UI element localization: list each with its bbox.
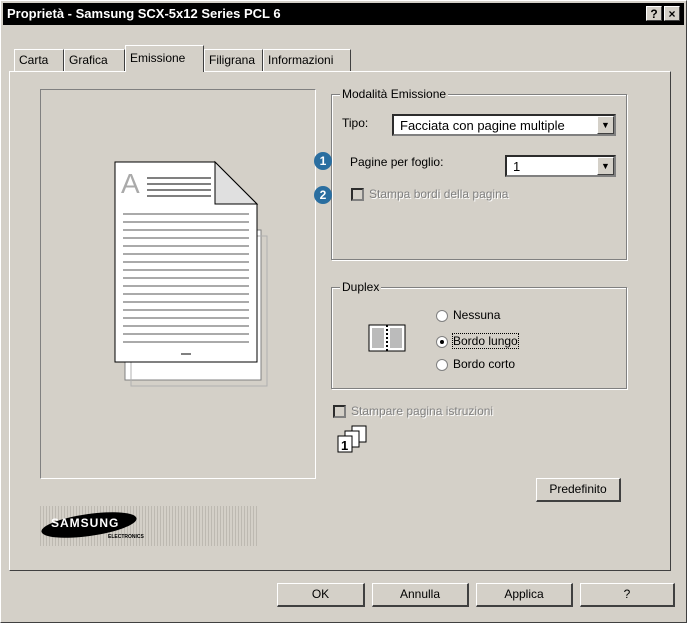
logo-sub: ELECTRONICS — [108, 534, 144, 540]
page-preview: A — [40, 89, 316, 479]
apply-button[interactable]: Applica — [476, 583, 573, 607]
pages-per-sheet-label: Pagine per foglio: — [350, 155, 444, 169]
duplex-long-edge-label: Bordo lungo — [452, 333, 519, 349]
duplex-book-icon — [368, 324, 406, 352]
page-borders-checkbox[interactable] — [351, 188, 364, 201]
document-preview-icon — [114, 160, 268, 387]
callout-badge-1: 1 — [314, 152, 332, 170]
chevron-down-icon[interactable]: ▼ — [597, 157, 614, 175]
duplex-none-radio[interactable] — [436, 310, 448, 322]
tab-grafica[interactable]: Grafica — [64, 49, 125, 71]
svg-text:1: 1 — [341, 438, 348, 453]
preview-page-letter: A — [121, 168, 140, 199]
type-select-value: Facciata con pagine multiple — [400, 118, 565, 133]
samsung-logo: SAMSUNG ELECTRONICS — [38, 506, 258, 546]
duplex-short-edge-label: Bordo corto — [453, 357, 516, 371]
tab-informazioni[interactable]: Informazioni — [263, 49, 351, 71]
print-instructions-label: Stampare pagina istruzioni — [351, 404, 494, 418]
tab-filigrana[interactable]: Filigrana — [204, 49, 263, 71]
callout-badge-2: 2 — [314, 186, 332, 204]
cancel-button[interactable]: Annulla — [372, 583, 469, 607]
window-title: Proprietà - Samsung SCX-5x12 Series PCL … — [7, 6, 281, 21]
duplex-group-label: Duplex — [340, 280, 382, 294]
tab-carta[interactable]: Carta — [14, 49, 64, 71]
logo-brand: SAMSUNG — [51, 516, 120, 530]
ok-button[interactable]: OK — [277, 583, 365, 607]
pages-per-sheet-value: 1 — [513, 159, 521, 174]
duplex-none-label: Nessuna — [453, 308, 501, 322]
title-bar[interactable]: Proprietà - Samsung SCX-5x12 Series PCL … — [3, 3, 684, 25]
help-button[interactable]: ? — [580, 583, 675, 607]
page-borders-label: Stampa bordi della pagina — [369, 187, 509, 201]
pages-per-sheet-select[interactable]: 1 ▼ — [505, 155, 616, 177]
output-mode-group-label: Modalità Emissione — [340, 87, 449, 101]
print-instructions-checkbox[interactable] — [333, 405, 346, 418]
tab-emissione[interactable]: Emissione — [125, 45, 204, 72]
type-select[interactable]: Facciata con pagine multiple ▼ — [392, 114, 616, 136]
help-title-button[interactable]: ? — [646, 6, 662, 21]
duplex-long-edge-radio[interactable] — [436, 336, 448, 348]
type-label: Tipo: — [342, 116, 369, 130]
chevron-down-icon[interactable]: ▼ — [597, 116, 614, 134]
duplex-short-edge-radio[interactable] — [436, 359, 448, 371]
stacked-pages-icon: 1 — [337, 425, 367, 453]
default-button[interactable]: Predefinito — [536, 478, 621, 502]
properties-window: Proprietà - Samsung SCX-5x12 Series PCL … — [0, 0, 687, 623]
close-button[interactable]: × — [664, 6, 680, 21]
